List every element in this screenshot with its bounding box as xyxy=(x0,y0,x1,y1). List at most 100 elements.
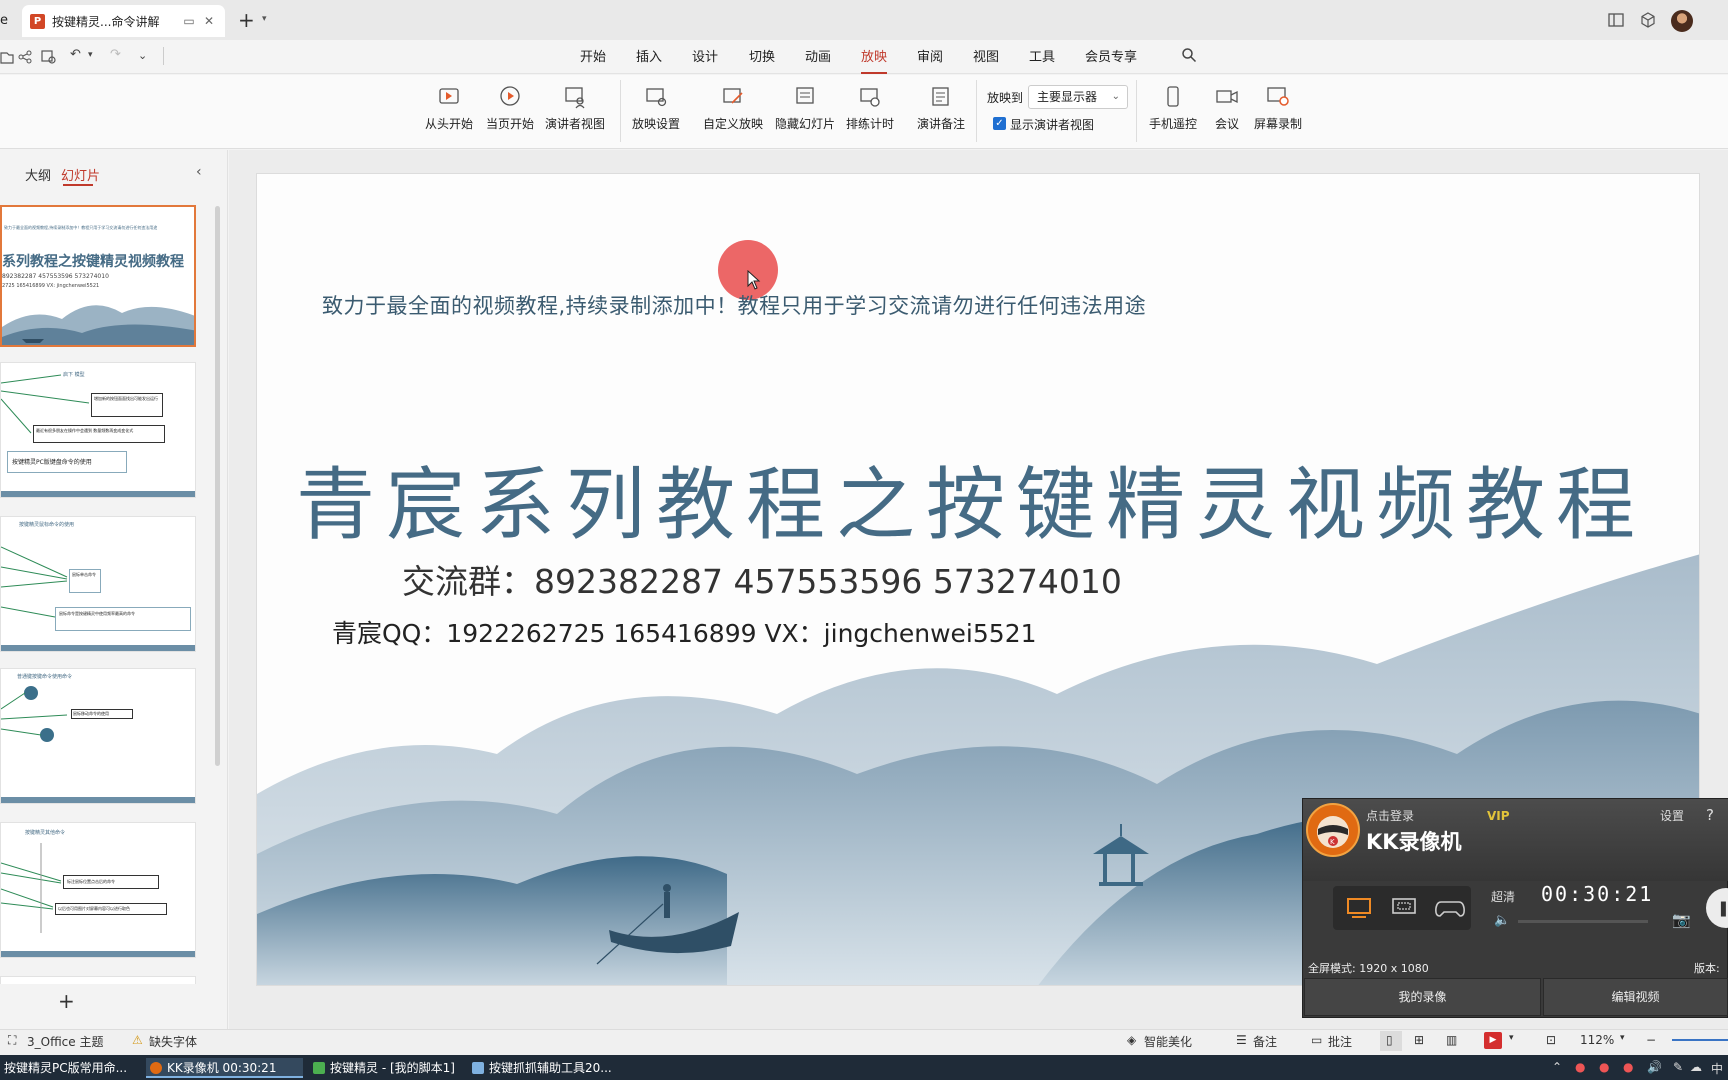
region-mode-icon[interactable] xyxy=(1391,897,1417,919)
from-current-button[interactable]: 当页开始 xyxy=(486,84,534,132)
more-chevron-icon[interactable]: ⌄ xyxy=(138,49,147,67)
kk-login-link[interactable]: 点击登录 xyxy=(1366,807,1414,824)
presenter-view-checkbox[interactable]: ✓ xyxy=(993,117,1006,130)
tray-qq-icon[interactable]: ● xyxy=(1599,1060,1609,1074)
open-icon[interactable] xyxy=(0,48,14,66)
comments-button[interactable]: 批注 xyxy=(1328,1033,1352,1050)
cube-icon[interactable] xyxy=(1638,10,1658,30)
kk-help-button[interactable]: ? xyxy=(1706,806,1714,824)
document-tab[interactable]: P 按键精灵...命令讲解 ▭ ✕ xyxy=(22,5,225,37)
slide-contact[interactable]: 青宸QQ：1922262725 165416899 VX：jingchenwei… xyxy=(332,614,1037,650)
menu-home[interactable]: 开始 xyxy=(580,48,606,68)
theme-name[interactable]: 3_Office 主题 xyxy=(27,1033,103,1050)
play-slideshow-icon[interactable]: ▶ xyxy=(1484,1032,1502,1049)
volume-slider[interactable] xyxy=(1518,920,1648,923)
avatar[interactable] xyxy=(1671,10,1693,32)
kk-settings-button[interactable]: 设置 xyxy=(1660,807,1684,824)
slide-thumbnail-6[interactable] xyxy=(0,976,196,984)
undo-dropdown-icon[interactable]: ▾ xyxy=(88,50,93,68)
custom-show-button[interactable]: 自定义放映 xyxy=(703,84,763,132)
speaker-icon[interactable]: 🔊 xyxy=(1647,1060,1662,1074)
zoom-out-icon[interactable]: − xyxy=(1646,1033,1656,1047)
cloud-icon[interactable]: ☁ xyxy=(1690,1060,1702,1074)
phone-remote-button[interactable]: 手机遥控 xyxy=(1149,84,1197,132)
sidebar-toggle-icon[interactable] xyxy=(1606,10,1626,30)
tab-outline[interactable]: 大纲 xyxy=(25,165,51,184)
presenter-view-button[interactable]: 演讲者视图 xyxy=(545,84,605,132)
chevron-down-icon[interactable]: ▾ xyxy=(262,14,267,24)
volume-icon[interactable]: 🔈 xyxy=(1494,913,1510,928)
my-recordings-button[interactable]: 我的录像 xyxy=(1304,978,1541,1016)
slide-thumbnail-2[interactable]: 启下 模型 增加新的按钮面面找出可能发出运行 最近有很多朋友在操作中会遇到 数量… xyxy=(0,362,196,498)
tab-slides[interactable]: 幻灯片 xyxy=(61,165,100,184)
menu-design[interactable]: 设计 xyxy=(692,48,718,68)
menu-review[interactable]: 审阅 xyxy=(917,48,943,68)
zoom-slider[interactable] xyxy=(1672,1039,1728,1041)
tray-qq-icon[interactable]: ● xyxy=(1623,1060,1633,1074)
raccoon-logo-icon[interactable]: K xyxy=(1306,803,1360,857)
kk-vip-badge[interactable]: VIP xyxy=(1487,809,1510,823)
slide-sorter-icon[interactable]: ⊞ xyxy=(1414,1033,1424,1047)
taskbar-item-helper[interactable]: 按键抓抓辅助工具20... xyxy=(468,1058,618,1078)
game-mode-icon[interactable] xyxy=(1435,897,1465,919)
ime-indicator[interactable]: 中 xyxy=(1711,1060,1723,1077)
chevron-down-icon[interactable]: ▾ xyxy=(1620,1033,1625,1043)
taskbar-item-ppt[interactable]: 按键精灵PC版常用命... xyxy=(0,1058,135,1078)
share-icon[interactable] xyxy=(17,48,33,66)
redo-icon[interactable]: ↷ xyxy=(110,47,121,65)
slide-thumbnail-1[interactable]: 致力于最全面的视频教程,持续录制添加中！教程只用于学习交流请勿进行任何违法用途 … xyxy=(0,205,196,347)
slide-subtitle[interactable]: 致力于最全面的视频教程,持续录制添加中！教程只用于学习交流请勿进行任何违法用途 xyxy=(322,290,1146,320)
meeting-button[interactable]: 会议 xyxy=(1214,84,1240,132)
previous-tab-fragment[interactable]: e xyxy=(0,6,20,36)
slide-thumbnail-4[interactable]: 普通键按键命令使用命令 鼠标移动命令的使用 xyxy=(0,668,196,804)
menu-slideshow[interactable]: 放映 xyxy=(861,48,888,74)
menu-transitions[interactable]: 切换 xyxy=(749,48,775,68)
fit-to-window-icon[interactable]: ⊡ xyxy=(1546,1033,1556,1047)
display-select[interactable]: 主要显示器 ⌄ xyxy=(1028,85,1128,109)
slide-group-numbers[interactable]: 交流群：892382287 457553596 573274010 xyxy=(402,555,1122,603)
missing-font-button[interactable]: 缺失字体 xyxy=(149,1033,197,1050)
print-preview-icon[interactable] xyxy=(40,48,58,66)
menu-insert[interactable]: 插入 xyxy=(636,48,662,68)
new-tab-icon[interactable]: + xyxy=(238,10,255,30)
undo-icon[interactable]: ↶ xyxy=(70,47,81,65)
slideshow-settings-button[interactable]: 放映设置 xyxy=(632,84,680,132)
search-icon[interactable] xyxy=(1181,47,1197,63)
taskbar-item-kk[interactable]: KK录像机 00:30:21 xyxy=(146,1058,303,1078)
pen-icon[interactable]: ✎ xyxy=(1673,1060,1683,1074)
tray-qq-icon[interactable]: ● xyxy=(1575,1060,1585,1074)
from-current-label: 当页开始 xyxy=(486,117,535,131)
collapse-panel-icon[interactable]: ‹ xyxy=(196,164,202,180)
thumbnail-scrollbar[interactable] xyxy=(215,206,220,766)
from-beginning-button[interactable]: 从头开始 xyxy=(425,84,473,132)
slide-thumbnail-3[interactable]: 按键精灵鼠标命令的使用 鼠标单击命令 鼠标命令是按键精灵中使用频率最高的命令 xyxy=(0,516,196,652)
camera-icon[interactable]: 📷 xyxy=(1672,911,1691,929)
fullscreen-mode-icon[interactable] xyxy=(1346,897,1372,919)
reading-view-icon[interactable]: ▥ xyxy=(1446,1033,1457,1047)
rehearse-timing-button[interactable]: 排练计时 xyxy=(846,84,894,132)
kk-quality-label[interactable]: 超清 xyxy=(1491,888,1515,905)
edit-video-button[interactable]: 编辑视频 xyxy=(1543,978,1728,1016)
play-to-label: 放映到 xyxy=(987,91,1024,105)
menu-view[interactable]: 视图 xyxy=(973,48,999,68)
menu-animations[interactable]: 动画 xyxy=(805,48,831,68)
screen-record-button[interactable]: 屏幕录制 xyxy=(1254,84,1302,132)
zoom-level[interactable]: 112% xyxy=(1580,1033,1614,1047)
menu-member[interactable]: 会员专享 xyxy=(1085,48,1137,68)
hide-slide-button[interactable]: 隐藏幻灯片 xyxy=(775,84,835,132)
add-slide-button[interactable]: + xyxy=(58,989,75,1013)
notes-button[interactable]: 备注 xyxy=(1253,1033,1277,1050)
speaker-notes-button[interactable]: 演讲备注 xyxy=(917,84,965,132)
smart-beautify-button[interactable]: 智能美化 xyxy=(1144,1033,1192,1050)
close-tab-icon[interactable]: ✕ xyxy=(201,13,217,29)
tray-expand-icon[interactable]: ⌃ xyxy=(1552,1060,1562,1074)
taskbar-item-label: KK录像机 00:30:21 xyxy=(167,1061,277,1075)
slide-thumbnail-5[interactable]: 按键精灵其他命令 标注鼠标位置点击后的命令 以后也可用图片对屏幕内容可以进行取色 xyxy=(0,822,196,958)
menu-tools[interactable]: 工具 xyxy=(1029,48,1055,68)
chevron-down-icon[interactable]: ▾ xyxy=(1509,1033,1514,1043)
slide-title[interactable]: 青宸系列教程之按键精灵视频教程 xyxy=(296,440,1646,555)
play-from-start-icon xyxy=(439,88,459,104)
thumb-title: 系列教程之按键精灵视频教程 xyxy=(2,254,184,270)
taskbar-item-script[interactable]: 按键精灵 - [我的脚本1] xyxy=(309,1058,464,1078)
window-icon[interactable]: ▭ xyxy=(181,13,197,29)
